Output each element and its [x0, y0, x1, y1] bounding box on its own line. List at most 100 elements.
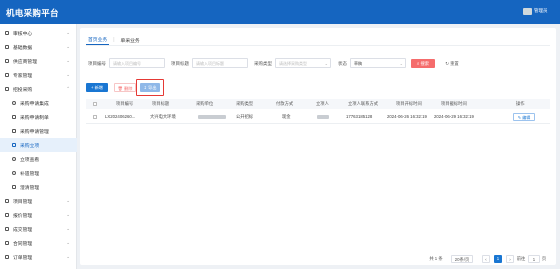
sidebar-item-label: 项目管理	[13, 199, 33, 205]
database-icon	[5, 45, 9, 49]
top-header: 机电采购平台 管理员	[0, 0, 560, 24]
expert-icon	[5, 73, 9, 77]
sidebar-item-project[interactable]: 项目管理 ⌄	[0, 194, 77, 208]
row-checkbox[interactable]	[93, 115, 97, 119]
column-header: 项目截标时间	[441, 101, 467, 106]
status-value: 草稿	[354, 61, 362, 66]
tab-single-purchase[interactable]: 单采业务	[119, 36, 142, 45]
column-header: 付款方式	[276, 101, 294, 106]
table-row[interactable]: LX202406260... 大兴电大环境 公开招标 现金 1776318512…	[86, 110, 550, 124]
supplier-icon	[5, 59, 9, 63]
deal-icon	[5, 227, 9, 231]
sidebar-item-supplier[interactable]: 供应商管理 ⌄	[0, 54, 77, 68]
clarification-icon	[12, 185, 16, 189]
column-header: 立项人	[316, 101, 329, 106]
chevron-down-icon: ⌄	[66, 198, 70, 203]
search-button[interactable]: ⌕ 搜索	[411, 59, 435, 68]
sidebar-item-label: 合同管理	[13, 241, 33, 247]
view-icon	[12, 157, 16, 161]
open-time-cell: 2024-06-26 16:32:19	[387, 114, 427, 119]
sidebar-item-request-integration[interactable]: 采购申请集成	[0, 96, 77, 110]
chevron-down-icon: ⌄	[399, 61, 403, 66]
sidebar-item-label: 报价管理	[13, 213, 33, 219]
chevron-down-icon: ⌄	[66, 212, 70, 217]
page-size-select[interactable]: 20条/页	[451, 255, 473, 263]
purchase-type-cell: 公开招标	[236, 114, 254, 119]
page-button-current[interactable]: 1	[494, 255, 502, 263]
edit-button[interactable]: ✎ 编辑	[513, 113, 535, 121]
column-header: 立项人联系方式	[348, 101, 379, 106]
contact-cell: 17763185128	[346, 114, 373, 119]
audit-icon	[5, 31, 9, 35]
payment-method-cell: 现金	[282, 114, 291, 119]
sidebar-item-quote[interactable]: 报价管理 ⌄	[0, 208, 77, 222]
sidebar-item-label: 澄清管理	[20, 185, 40, 191]
sidebar-item-addendum[interactable]: 补遗管理	[0, 166, 77, 180]
initiator-cell	[317, 110, 329, 124]
delete-button[interactable]: 🗑 删除	[114, 83, 136, 92]
sidebar-item-deal[interactable]: 成交管理 ⌄	[0, 222, 77, 236]
sidebar-item-label: 审核中心	[13, 31, 33, 37]
chevron-down-icon: ⌄	[66, 58, 70, 63]
quote-icon	[5, 213, 9, 217]
pagination: 共 1 条 20条/页 ‹ 1 › 前往 1 页	[80, 255, 556, 265]
sidebar-item-expert[interactable]: 专家管理 ⌄	[0, 68, 77, 82]
sidebar-item-contract[interactable]: 合同管理 ⌄	[0, 236, 77, 250]
purchase-type-select[interactable]: 请选择采购类型 ⌄	[275, 58, 331, 68]
prev-page-button[interactable]: ‹	[482, 255, 490, 263]
project-title-input[interactable]: 请输入项目标题	[192, 58, 248, 68]
sidebar-item-clarification[interactable]: 澄清管理	[0, 180, 77, 194]
reset-button-label: 重置	[450, 61, 459, 66]
delete-button-label: 删除	[124, 86, 133, 91]
document-icon	[12, 115, 16, 119]
column-header: 操作	[516, 101, 525, 106]
tab-bar: 首页业务 | 单采业务	[86, 35, 142, 45]
select-all-checkbox[interactable]	[93, 102, 97, 106]
search-button-label: 搜索	[420, 61, 430, 66]
total-count: 共 1 条	[429, 256, 443, 261]
bidding-icon	[5, 87, 9, 91]
reset-button[interactable]: ↻ 重置	[440, 59, 464, 68]
sidebar-item-request-create[interactable]: 采购申请制单	[0, 110, 77, 124]
sidebar-item-label: 招投采购	[13, 87, 33, 93]
chevron-right-icon: ›	[509, 257, 511, 262]
tab-home[interactable]: 首页业务	[86, 35, 110, 45]
purchasing-unit-cell	[198, 110, 226, 124]
sidebar-item-label: 采购申请管理	[20, 129, 49, 135]
chevron-down-icon: ⌄	[66, 44, 70, 49]
chevron-up-icon: ⌃	[66, 86, 70, 91]
column-header: 采购类型	[236, 101, 254, 106]
sidebar-item-base-data[interactable]: 基础数据 ⌄	[0, 40, 77, 54]
sidebar-item-request-manage[interactable]: 采购申请管理	[0, 124, 77, 138]
sidebar-item-audit[interactable]: 审核中心 ⌄	[0, 26, 77, 40]
page-unit-label: 页	[541, 256, 547, 261]
project-no-input[interactable]: 请输入项目编号	[109, 58, 165, 68]
sidebar-item-label: 采购立项	[20, 143, 40, 149]
add-button[interactable]: + 新增	[86, 83, 108, 92]
add-button-label: 新增	[94, 85, 103, 90]
sidebar-item-project-setup[interactable]: 采购立项	[0, 138, 77, 152]
chevron-down-icon: ⌄	[66, 240, 70, 245]
order-icon	[5, 255, 9, 259]
sidebar-item-bidding[interactable]: 招投采购 ⌃	[0, 82, 77, 96]
sidebar-item-label: 订单管理	[13, 255, 33, 261]
sidebar: 审核中心 ⌄ 基础数据 ⌄ 供应商管理 ⌄ 专家管理 ⌄ 招投采购 ⌃ 采购申请集成 采购…	[0, 24, 77, 269]
sidebar-item-label: 采购申请集成	[20, 101, 49, 107]
project-title-label: 项目标题	[171, 61, 189, 66]
column-header: 项目编号	[116, 101, 134, 106]
sidebar-item-setup-view[interactable]: 立项查看	[0, 152, 77, 166]
goto-page-input[interactable]: 1	[528, 255, 540, 263]
next-page-button[interactable]: ›	[506, 255, 514, 263]
chevron-down-icon: ⌄	[66, 254, 70, 259]
addendum-icon	[12, 171, 16, 175]
chevron-down-icon: ⌄	[66, 30, 70, 35]
status-select[interactable]: 草稿 ⌄	[350, 58, 406, 68]
sidebar-item-order[interactable]: 订单管理 ⌄	[0, 250, 77, 264]
purchase-type-placeholder: 请选择采购类型	[279, 61, 307, 66]
chevron-down-icon: ⌄	[66, 226, 70, 231]
avatar[interactable]	[523, 8, 532, 15]
edit-button-label: 编辑	[522, 115, 531, 120]
project-title-cell: 大兴电大环境	[150, 114, 176, 119]
user-name[interactable]: 管理员	[534, 8, 548, 14]
column-header: 项目开标时间	[396, 101, 422, 106]
